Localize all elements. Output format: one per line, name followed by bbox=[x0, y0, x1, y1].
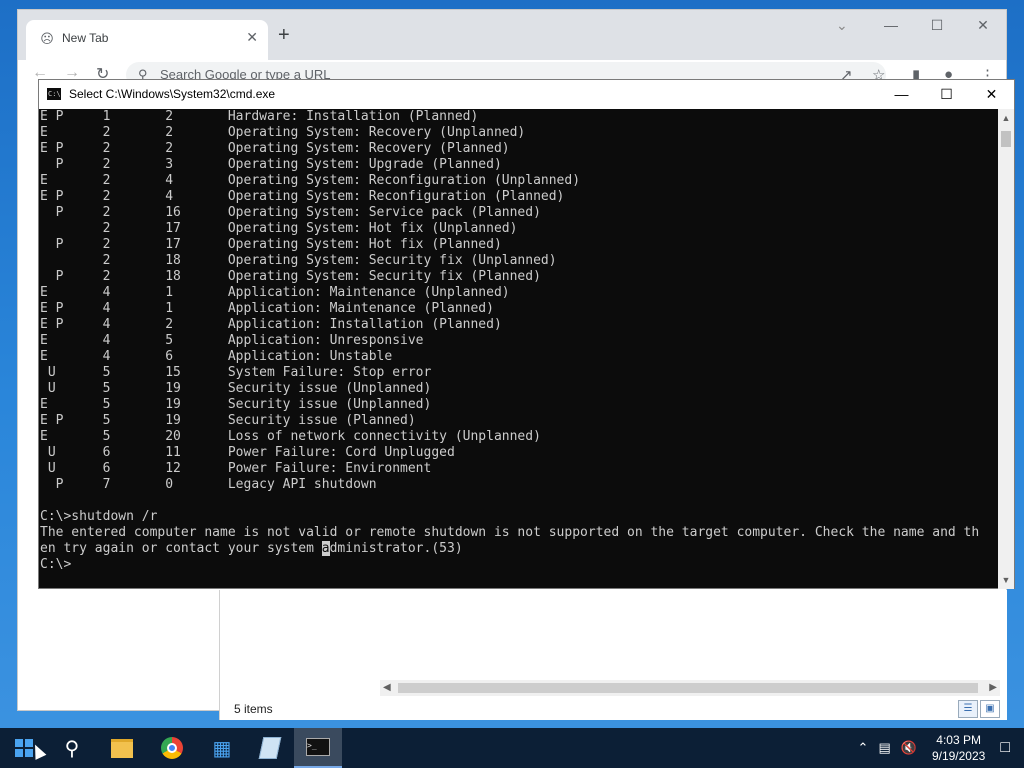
console-line: P 7 0 Legacy API shutdown bbox=[55, 477, 377, 492]
sad-tab-icon: ☹ bbox=[40, 31, 54, 46]
console-line: E 5 20 Loss of network connectivity (Unp… bbox=[40, 429, 541, 444]
console-line: E 4 1 Application: Maintenance (Unplanne… bbox=[40, 285, 510, 300]
system-tray: ⌃ ▤ 🔇 4:03 PM 9/19/2023 □ bbox=[853, 728, 1024, 768]
cmd-title: Select C:\Windows\System32\cmd.exe bbox=[69, 87, 276, 101]
console-line: E 2 4 Operating System: Reconfiguration … bbox=[40, 173, 581, 188]
explorer-status-bar: 5 items ☰ ▣ bbox=[220, 698, 1007, 720]
volume-muted-icon[interactable]: 🔇 bbox=[901, 740, 917, 756]
scroll-up-icon[interactable]: ▲ bbox=[998, 113, 1014, 123]
text-cursor: a bbox=[321, 541, 330, 556]
search-button[interactable]: ⚲ bbox=[48, 728, 96, 768]
tab-title: New Tab bbox=[62, 31, 109, 45]
tab-new-tab[interactable]: ☹ New Tab ✕ bbox=[26, 20, 268, 60]
console-lines: E P 1 2 Hardware: Installation (Planned)… bbox=[39, 109, 999, 541]
close-button[interactable]: ✕ bbox=[969, 80, 1014, 109]
close-tab-icon[interactable]: ✕ bbox=[246, 29, 258, 46]
cmd-window[interactable]: C:\ Select C:\Windows\System32\cmd.exe —… bbox=[38, 79, 1015, 589]
close-button[interactable]: ✕ bbox=[960, 10, 1006, 40]
cmd-title-bar[interactable]: C:\ Select C:\Windows\System32\cmd.exe —… bbox=[39, 80, 1014, 109]
cmd-vertical-scrollbar[interactable]: ▲ ▼ bbox=[998, 109, 1014, 589]
console-line: 2 17 Operating System: Hot fix (Unplanne… bbox=[102, 221, 518, 236]
file-explorer-window[interactable]: ◀ ▶ 5 items ☰ ▣ bbox=[219, 590, 1007, 720]
server-manager-icon: ▦ bbox=[212, 737, 232, 760]
chrome-tab-bar: ☹ New Tab ✕ + ⌄ — ☐ ✕ bbox=[18, 10, 1006, 60]
console-line: E P 2 4 Operating System: Reconfiguratio… bbox=[40, 189, 565, 204]
taskbar-server-manager[interactable]: ▦ bbox=[198, 728, 246, 768]
console-line: E P 1 2 Hardware: Installation (Planned) bbox=[40, 109, 479, 124]
console-line: E 4 5 Application: Unresponsive bbox=[40, 333, 424, 348]
console-line: P 2 3 Operating System: Upgrade (Planned… bbox=[55, 157, 502, 172]
chrome-icon bbox=[161, 737, 183, 759]
large-icons-view-icon[interactable]: ▣ bbox=[980, 700, 1000, 718]
taskbar-cmd[interactable]: >_ bbox=[294, 728, 342, 768]
console-line: The entered computer name is not valid o… bbox=[40, 525, 980, 540]
console-line: P 2 17 Operating System: Hot fix (Planne… bbox=[55, 237, 502, 252]
console-line: E 2 2 Operating System: Recovery (Unplan… bbox=[40, 125, 526, 140]
console-text: en try again or contact your system bbox=[40, 541, 322, 556]
scroll-down-icon[interactable]: ▼ bbox=[998, 575, 1014, 585]
taskbar-file-explorer[interactable] bbox=[98, 728, 146, 768]
console-line: U 5 19 Security issue (Unplanned) bbox=[47, 381, 432, 396]
cmd-icon: C:\ bbox=[47, 88, 61, 100]
scrollbar-thumb[interactable] bbox=[1001, 131, 1011, 147]
scrollbar-thumb[interactable] bbox=[398, 683, 978, 693]
minimize-button[interactable]: — bbox=[879, 80, 924, 109]
new-tab-button[interactable]: + bbox=[278, 24, 290, 47]
console-line: P 2 18 Operating System: Security fix (P… bbox=[55, 269, 541, 284]
console-line: E 5 19 Security issue (Unplanned) bbox=[40, 397, 432, 412]
notepad-icon bbox=[258, 737, 282, 759]
scroll-right-icon[interactable]: ▶ bbox=[989, 680, 997, 696]
item-count: 5 items bbox=[234, 702, 273, 716]
console-line: 2 18 Operating System: Security fix (Unp… bbox=[102, 253, 557, 268]
console-line: U 5 15 System Failure: Stop error bbox=[47, 365, 432, 380]
taskbar: ⚲ ▦ >_ ⌃ ▤ 🔇 4:03 PM 9/19/2023 □ bbox=[0, 728, 1024, 768]
folder-icon bbox=[111, 738, 133, 758]
cmd-icon: >_ bbox=[306, 738, 330, 756]
console-line: P 2 16 Operating System: Service pack (P… bbox=[55, 205, 541, 220]
search-icon: ⚲ bbox=[64, 737, 80, 760]
clock[interactable]: 4:03 PM 9/19/2023 bbox=[932, 732, 985, 764]
console-line: E P 5 19 Security issue (Planned) bbox=[40, 413, 416, 428]
console-line: E 4 6 Application: Unstable bbox=[40, 349, 393, 364]
show-hidden-icons-icon[interactable]: ⌃ bbox=[858, 740, 869, 756]
clock-date: 9/19/2023 bbox=[931, 749, 986, 763]
cmd-window-controls: — ☐ ✕ bbox=[879, 80, 1014, 109]
taskbar-chrome[interactable] bbox=[148, 728, 196, 768]
clock-time: 4:03 PM bbox=[936, 733, 981, 747]
chrome-window-controls: — ☐ ✕ bbox=[868, 10, 1006, 40]
console-line: en try again or contact your system admi… bbox=[39, 541, 999, 557]
console-line: E P 2 2 Operating System: Recovery (Plan… bbox=[40, 141, 510, 156]
console-line: E P 4 2 Application: Installation (Plann… bbox=[40, 317, 502, 332]
console-output[interactable]: E P 1 2 Hardware: Installation (Planned)… bbox=[39, 109, 999, 589]
maximize-button[interactable]: ☐ bbox=[914, 10, 960, 40]
details-view-icon[interactable]: ☰ bbox=[958, 700, 978, 718]
console-text: dministrator.(53) bbox=[329, 541, 463, 556]
tab-search-icon[interactable]: ⌄ bbox=[836, 17, 848, 34]
network-icon[interactable]: ▤ bbox=[878, 740, 890, 756]
taskbar-notepad[interactable] bbox=[246, 728, 294, 768]
horizontal-scrollbar[interactable]: ◀ ▶ bbox=[380, 680, 1000, 696]
console-line: U 6 12 Power Failure: Environment bbox=[47, 461, 432, 476]
maximize-button[interactable]: ☐ bbox=[924, 80, 969, 109]
notifications-icon[interactable]: □ bbox=[1000, 739, 1010, 757]
console-prompt[interactable]: C:\> bbox=[39, 557, 999, 573]
console-line: C:\>shutdown /r bbox=[40, 509, 158, 524]
console-line: U 6 11 Power Failure: Cord Unplugged bbox=[47, 445, 455, 460]
minimize-button[interactable]: — bbox=[868, 10, 914, 40]
scroll-left-icon[interactable]: ◀ bbox=[383, 680, 391, 696]
console-line: E P 4 1 Application: Maintenance (Planne… bbox=[40, 301, 494, 316]
